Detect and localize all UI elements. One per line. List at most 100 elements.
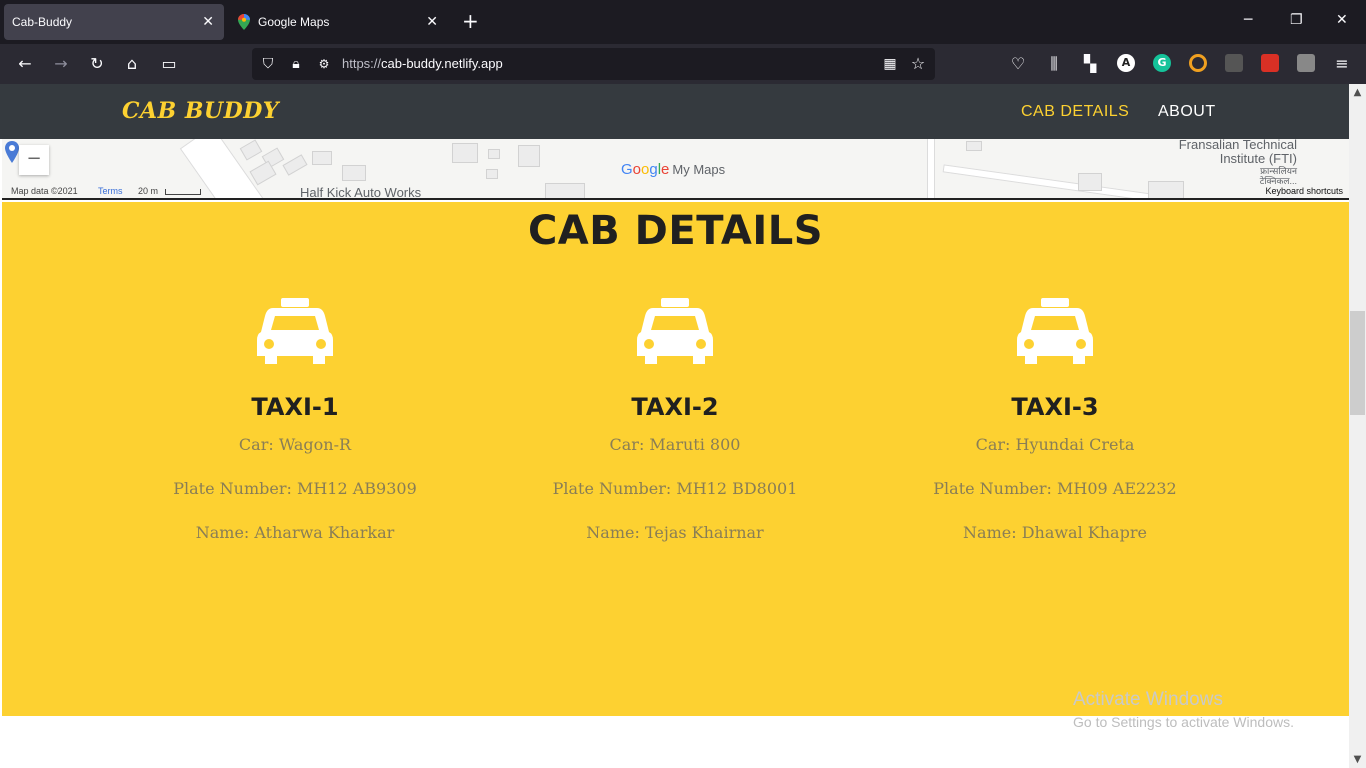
address-bar[interactable]: ⛉ 🔒︎ ⚙ https://cab-buddy.netlify.app ▦ ☆ [252, 48, 935, 80]
nav-link-cab-details[interactable]: CAB DETAILS [1021, 103, 1129, 121]
url-protocol: https:// [342, 56, 382, 71]
browser-tab-strip: Cab-Buddy ✕ Google Maps ✕ + ─ ❐ ✕ [0, 0, 1366, 44]
close-window-icon[interactable]: ✕ [1336, 12, 1348, 28]
map-building [1078, 173, 1102, 191]
shield-icon[interactable]: ⛉ [258, 54, 278, 74]
restore-icon[interactable]: ❐ [1290, 12, 1303, 28]
map-pin-icon[interactable] [5, 141, 19, 163]
sidebar-icon[interactable]: ▭ [159, 54, 179, 74]
zoom-out-button[interactable]: − [19, 145, 49, 175]
map-place-line: टेक्निकल... [1259, 176, 1297, 186]
blocker-extension-icon[interactable] [1261, 54, 1279, 72]
map-terms-link[interactable]: Terms [98, 186, 123, 196]
site-logo[interactable]: CAB BUDDY [122, 98, 279, 124]
hamburger-menu-icon[interactable]: ≡ [1332, 54, 1352, 74]
library-icon[interactable]: ⫼ [1044, 54, 1064, 74]
map-place-label-local: फ्रान्सलियन टेक्निकल... [1260, 166, 1297, 186]
taxi-driver-name: Name: Tejas Khairnar [586, 523, 764, 542]
keyboard-shortcuts-link[interactable]: Keyboard shortcuts [1265, 186, 1343, 196]
scrollbar-thumb[interactable] [1350, 311, 1365, 415]
taxi-icon [1017, 298, 1093, 364]
map-building [282, 154, 308, 176]
minimize-icon[interactable]: ─ [1244, 12, 1252, 28]
taxi-plate: Plate Number: MH09 AE2232 [933, 479, 1177, 498]
activate-windows-watermark: Activate Windows Go to Settings to activ… [1073, 689, 1294, 730]
map-building [488, 149, 500, 159]
taxi-car: Car: Wagon-R [238, 435, 352, 454]
page-viewport: CAB BUDDY CAB DETAILS ABOUT − Map data ©… [0, 84, 1366, 768]
forward-icon[interactable]: → [51, 54, 71, 74]
close-icon[interactable]: ✕ [426, 13, 438, 30]
qr-code-icon[interactable]: ▦ [880, 54, 900, 74]
browser-navigation-bar: ← → ↻ ⌂ ▭ ⛉ 🔒︎ ⚙ https://cab-buddy.netli… [0, 44, 1366, 107]
logo-suffix: My Maps [672, 162, 726, 177]
embedded-map[interactable]: − Map data ©2021 Terms 20 m Half Kick Au… [2, 139, 1349, 200]
close-icon[interactable]: ✕ [202, 13, 214, 30]
map-scale: 20 m [138, 186, 159, 196]
google-maps-pin-icon [238, 14, 250, 30]
page-scrollbar[interactable]: ▲ ▼ [1349, 84, 1366, 768]
new-tab-icon[interactable]: + [462, 11, 479, 31]
back-icon[interactable]: ← [15, 54, 35, 74]
watermark-subtitle: Go to Settings to activate Windows. [1073, 714, 1294, 730]
taxi-driver-name: Name: Atharwa Kharkar [195, 523, 395, 542]
taxi-car: Car: Maruti 800 [609, 435, 741, 454]
permissions-icon[interactable]: ⚙ [314, 54, 334, 74]
map-building [545, 183, 585, 198]
scroll-up-arrow-icon[interactable]: ▲ [1349, 84, 1366, 101]
logo-letter: o [632, 161, 642, 178]
taxi-title: TAXI-3 [1011, 393, 1099, 421]
taxi-icon [637, 298, 713, 364]
lock-icon[interactable]: 🔒︎ [286, 54, 306, 74]
logo-letter: G [621, 161, 633, 178]
map-place-label-right: Fransalian Technical Institute (FTI) [1179, 139, 1297, 166]
taxi-car: Car: Hyundai Creta [975, 435, 1135, 454]
taxi-plate: Plate Number: MH12 AB9309 [173, 479, 417, 498]
nav-link-about[interactable]: ABOUT [1158, 103, 1216, 121]
map-road [927, 139, 935, 198]
cab-details-section: CAB DETAILS TAXI-1 Car: Wagon-R Plate Nu… [2, 202, 1349, 716]
map-building [239, 139, 263, 161]
taxi-icon [257, 298, 333, 364]
map-building [452, 143, 478, 163]
map-building [518, 145, 540, 167]
map-building [342, 165, 366, 181]
grammarly-icon[interactable]: G [1153, 54, 1171, 72]
url-host: cab-buddy.netlify.app [381, 56, 503, 71]
taxi-title: TAXI-2 [631, 393, 719, 421]
google-my-maps-logo: Google My Maps [621, 161, 725, 178]
reload-icon[interactable]: ↻ [87, 54, 107, 74]
tab-google-maps[interactable]: Google Maps ✕ [228, 4, 448, 40]
map-building [966, 141, 982, 151]
taxi-driver-name: Name: Dhawal Khapre [963, 523, 1147, 542]
scroll-down-arrow-icon[interactable]: ▼ [1349, 751, 1366, 768]
taxi-card: TAXI-2 Car: Maruti 800 Plate Number: MH1… [485, 298, 865, 543]
map-attribution: Map data ©2021 [11, 186, 78, 196]
url-text: https://cab-buddy.netlify.app [342, 56, 503, 71]
map-place-line: Institute (FTI) [1219, 151, 1297, 166]
account-extension-icon[interactable]: A [1117, 54, 1135, 72]
map-building [312, 151, 332, 165]
section-title: CAB DETAILS [527, 208, 824, 254]
pocket-icon[interactable]: ♡ [1008, 54, 1028, 74]
map-place-line: फ्रान्सलियन [1260, 166, 1297, 176]
watermark-title: Activate Windows [1073, 689, 1223, 710]
extension-ring-icon[interactable] [1189, 54, 1207, 72]
map-place-label: Half Kick Auto Works [300, 185, 422, 200]
taxi-title: TAXI-1 [251, 393, 339, 421]
home-icon[interactable]: ⌂ [122, 54, 142, 74]
tab-title: Google Maps [258, 15, 330, 29]
taxi-card: TAXI-3 Car: Hyundai Creta Plate Number: … [865, 298, 1245, 543]
bookmark-star-icon[interactable]: ☆ [908, 54, 928, 74]
extension-grey-icon[interactable] [1297, 54, 1315, 72]
taxi-card: TAXI-1 Car: Wagon-R Plate Number: MH12 A… [105, 298, 485, 543]
map-building [1148, 181, 1184, 198]
logo-letter: g [649, 161, 658, 178]
extension-box-icon[interactable] [1225, 54, 1243, 72]
taxi-plate: Plate Number: MH12 BD8001 [552, 479, 798, 498]
map-building [486, 169, 498, 179]
extensions-icon[interactable]: ▚ [1080, 54, 1100, 74]
tab-title: Cab-Buddy [12, 15, 73, 29]
map-scale-bar [165, 189, 201, 195]
tab-cab-buddy[interactable]: Cab-Buddy ✕ [4, 4, 224, 40]
